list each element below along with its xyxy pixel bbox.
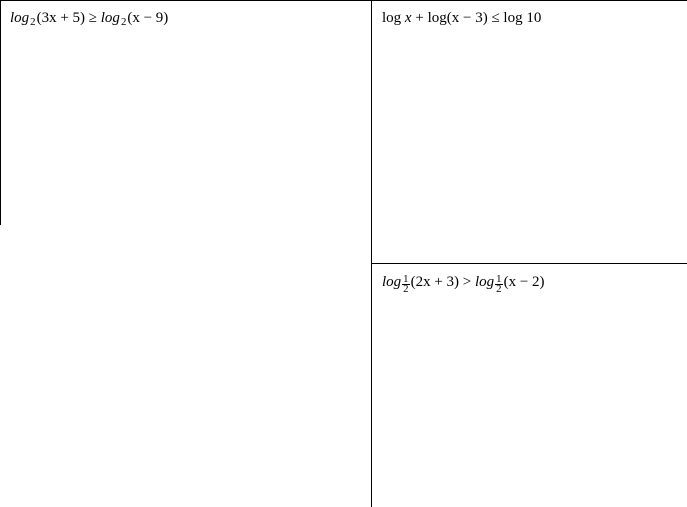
worksheet-page: log2(3x + 5) ≥ log2(x − 9) log x + log(x… xyxy=(0,0,687,507)
t2-arg: (x − 3) xyxy=(447,10,488,26)
rhs-arg: 10 xyxy=(526,10,541,26)
problem-c-expression: log12(2x + 3) > log12(x − 2) xyxy=(382,274,545,290)
rhs-arg: (x − 9) xyxy=(127,10,168,26)
problem-a-expression: log2(3x + 5) ≥ log2(x − 9) xyxy=(10,10,168,26)
frac-den: 2 xyxy=(402,284,409,294)
problem-cell-b: log x + log(x − 3) ≤ log 10 xyxy=(372,0,687,263)
fn-log: log xyxy=(10,10,29,26)
lhs-arg: (3x + 5) xyxy=(37,10,85,26)
log-base-fraction: 12 xyxy=(401,275,410,294)
rhs-arg: (x − 2) xyxy=(504,274,545,290)
problem-b-expression: log x + log(x − 3) ≤ log 10 xyxy=(382,10,541,26)
fn-log: log xyxy=(428,10,447,26)
fn-log: log xyxy=(101,10,120,26)
lhs-arg: (2x + 3) xyxy=(411,274,459,290)
operator-gt: > xyxy=(463,274,471,290)
frac-den: 2 xyxy=(495,284,502,294)
operator-ge: ≥ xyxy=(89,10,97,26)
operator-le: ≤ xyxy=(491,10,499,26)
fn-log: log xyxy=(503,10,522,26)
log-base: 2 xyxy=(29,16,36,28)
fn-log: log xyxy=(382,10,401,26)
t1-arg: x xyxy=(405,10,412,26)
plus: + xyxy=(415,10,423,26)
problem-cell-c: log12(2x + 3) > log12(x − 2) xyxy=(372,264,687,507)
fn-log: log xyxy=(475,274,494,290)
fn-log: log xyxy=(382,274,401,290)
log-base-fraction: 12 xyxy=(494,275,503,294)
problem-cell-a: log2(3x + 5) ≥ log2(x − 9) xyxy=(0,0,371,507)
